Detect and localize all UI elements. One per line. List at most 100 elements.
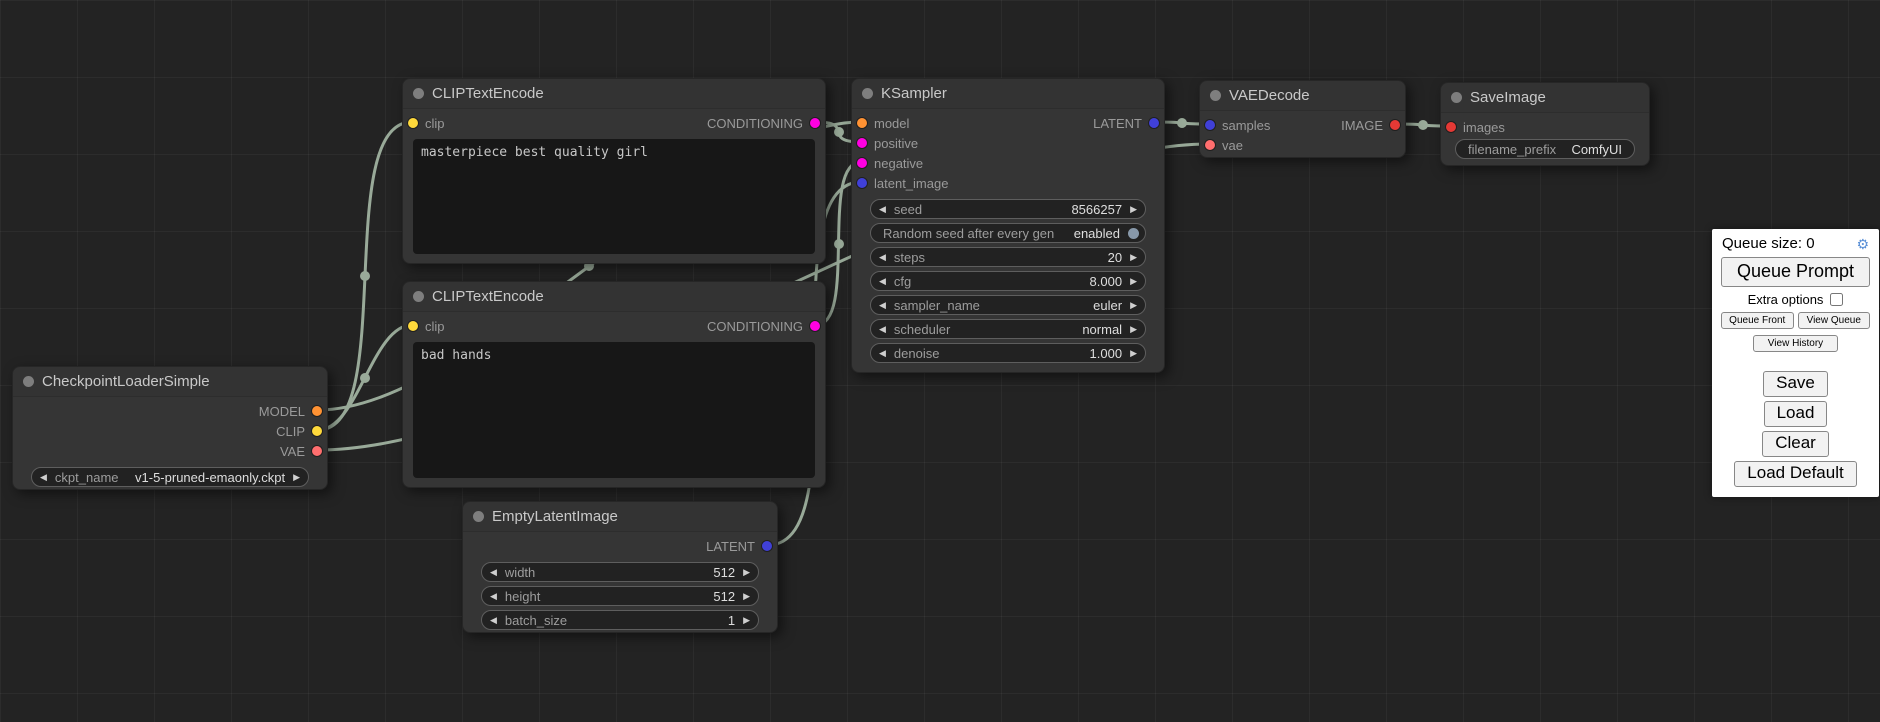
decrement-arrow-icon[interactable]: ◀ xyxy=(871,204,894,215)
node-vae-decode[interactable]: VAEDecode samples vae IMAGE xyxy=(1199,80,1406,158)
decrement-arrow-icon[interactable]: ◀ xyxy=(32,472,55,483)
decrement-arrow-icon[interactable]: ◀ xyxy=(871,300,894,311)
node-clip-text-encode-positive[interactable]: CLIPTextEncode clip CONDITIONING masterp… xyxy=(402,78,826,264)
node-title-bar[interactable]: CLIPTextEncode xyxy=(403,282,825,312)
collapse-dot-icon[interactable] xyxy=(23,376,34,387)
input-dot-images[interactable] xyxy=(1446,122,1456,132)
widget-sampler-name[interactable]: ◀ sampler_name euler ▶ xyxy=(870,295,1146,315)
collapse-dot-icon[interactable] xyxy=(1210,90,1221,101)
input-dot-clip[interactable] xyxy=(408,321,418,331)
node-title-bar[interactable]: SaveImage xyxy=(1441,83,1649,113)
node-ksampler[interactable]: KSampler model positive negative latent_… xyxy=(851,78,1165,373)
queue-prompt-button[interactable]: Queue Prompt xyxy=(1721,257,1870,287)
node-save-image[interactable]: SaveImage images filename_prefix ComfyUI xyxy=(1440,82,1650,166)
collapse-dot-icon[interactable] xyxy=(413,88,424,99)
increment-arrow-icon[interactable]: ▶ xyxy=(1122,300,1145,311)
output-slot-model[interactable]: MODEL xyxy=(252,401,327,421)
node-title-bar[interactable]: EmptyLatentImage xyxy=(463,502,777,532)
node-checkpoint-loader-simple[interactable]: CheckpointLoaderSimple MODEL CLIP VAE ◀ … xyxy=(12,366,328,490)
toggle-on-indicator-dot[interactable] xyxy=(1128,228,1139,239)
load-default-button[interactable]: Load Default xyxy=(1734,461,1856,487)
output-slot-clip[interactable]: CLIP xyxy=(269,421,327,441)
input-slot-positive[interactable]: positive xyxy=(852,133,1164,153)
node-empty-latent-image[interactable]: EmptyLatentImage LATENT ◀ width 512 ▶ ◀ … xyxy=(462,501,778,633)
extra-options-checkbox[interactable] xyxy=(1830,293,1843,306)
widget-steps[interactable]: ◀ steps 20 ▶ xyxy=(870,247,1146,267)
widget-random-seed-toggle[interactable]: Random seed after every gen enabled xyxy=(870,223,1146,243)
output-slot-conditioning[interactable]: CONDITIONING xyxy=(700,316,825,336)
decrement-arrow-icon[interactable]: ◀ xyxy=(482,567,505,578)
input-dot-positive[interactable] xyxy=(857,138,867,148)
positive-prompt-textarea[interactable]: masterpiece best quality girl xyxy=(413,139,815,254)
input-dot-vae[interactable] xyxy=(1205,140,1215,150)
widget-cfg[interactable]: ◀ cfg 8.000 ▶ xyxy=(870,271,1146,291)
increment-arrow-icon[interactable]: ▶ xyxy=(1122,276,1145,287)
input-slot-images[interactable]: images xyxy=(1441,117,1649,137)
output-dot-conditioning[interactable] xyxy=(810,118,820,128)
widget-filename-prefix[interactable]: filename_prefix ComfyUI xyxy=(1455,139,1635,159)
input-dot-latent-image[interactable] xyxy=(857,178,867,188)
decrement-arrow-icon[interactable]: ◀ xyxy=(871,276,894,287)
decrement-arrow-icon[interactable]: ◀ xyxy=(871,348,894,359)
output-dot-vae[interactable] xyxy=(312,446,322,456)
input-dot-clip[interactable] xyxy=(408,118,418,128)
output-slot-latent[interactable]: LATENT xyxy=(699,536,777,556)
node-title: CLIPTextEncode xyxy=(432,288,544,305)
increment-arrow-icon[interactable]: ▶ xyxy=(735,591,758,602)
output-slot-image[interactable]: IMAGE xyxy=(1334,115,1405,135)
node-clip-text-encode-negative[interactable]: CLIPTextEncode clip CONDITIONING bad han… xyxy=(402,281,826,488)
increment-arrow-icon[interactable]: ▶ xyxy=(735,615,758,626)
widget-batch-size[interactable]: ◀ batch_size 1 ▶ xyxy=(481,610,759,630)
output-slot-conditioning[interactable]: CONDITIONING xyxy=(700,113,825,133)
collapse-dot-icon[interactable] xyxy=(1451,92,1462,103)
output-dot-latent[interactable] xyxy=(762,541,772,551)
negative-prompt-textarea[interactable]: bad hands xyxy=(413,342,815,478)
widget-scheduler[interactable]: ◀ scheduler normal ▶ xyxy=(870,319,1146,339)
input-dot-model[interactable] xyxy=(857,118,867,128)
collapse-dot-icon[interactable] xyxy=(862,88,873,99)
increment-arrow-icon[interactable]: ▶ xyxy=(1122,252,1145,263)
decrement-arrow-icon[interactable]: ◀ xyxy=(871,252,894,263)
view-history-button[interactable]: View History xyxy=(1753,335,1838,352)
node-title-bar[interactable]: CLIPTextEncode xyxy=(403,79,825,109)
output-dot-conditioning[interactable] xyxy=(810,321,820,331)
increment-arrow-icon[interactable]: ▶ xyxy=(1122,324,1145,335)
graph-canvas[interactable]: CheckpointLoaderSimple MODEL CLIP VAE ◀ … xyxy=(0,0,1880,722)
widget-ckpt-name[interactable]: ◀ ckpt_name v1-5-pruned-emaonly.ckpt ▶ xyxy=(31,467,309,487)
widget-name: Random seed after every gen xyxy=(871,226,1054,241)
input-slot-latent-image[interactable]: latent_image xyxy=(852,173,1164,193)
clear-button[interactable]: Clear xyxy=(1762,431,1829,457)
input-slot-vae[interactable]: vae xyxy=(1200,135,1405,155)
output-dot-image[interactable] xyxy=(1390,120,1400,130)
output-dot-latent[interactable] xyxy=(1149,118,1159,128)
load-button[interactable]: Load xyxy=(1764,401,1828,427)
output-dot-model[interactable] xyxy=(312,406,322,416)
increment-arrow-icon[interactable]: ▶ xyxy=(735,567,758,578)
input-slot-negative[interactable]: negative xyxy=(852,153,1164,173)
collapse-dot-icon[interactable] xyxy=(413,291,424,302)
collapse-dot-icon[interactable] xyxy=(473,511,484,522)
save-button[interactable]: Save xyxy=(1763,371,1828,397)
queue-front-button[interactable]: Queue Front xyxy=(1721,312,1794,329)
increment-arrow-icon[interactable]: ▶ xyxy=(1122,348,1145,359)
comfy-menu-panel: Queue size: 0 ⚙ Queue Prompt Extra optio… xyxy=(1712,229,1879,497)
decrement-arrow-icon[interactable]: ◀ xyxy=(871,324,894,335)
decrement-arrow-icon[interactable]: ◀ xyxy=(482,615,505,626)
output-slot-latent[interactable]: LATENT xyxy=(1086,113,1164,133)
widget-height[interactable]: ◀ height 512 ▶ xyxy=(481,586,759,606)
increment-arrow-icon[interactable]: ▶ xyxy=(285,472,308,483)
output-slot-vae[interactable]: VAE xyxy=(273,441,327,461)
view-queue-button[interactable]: View Queue xyxy=(1798,312,1871,329)
settings-gear-icon[interactable]: ⚙ xyxy=(1856,237,1869,251)
widget-width[interactable]: ◀ width 512 ▶ xyxy=(481,562,759,582)
input-dot-negative[interactable] xyxy=(857,158,867,168)
increment-arrow-icon[interactable]: ▶ xyxy=(1122,204,1145,215)
node-title-bar[interactable]: VAEDecode xyxy=(1200,81,1405,111)
input-dot-samples[interactable] xyxy=(1205,120,1215,130)
widget-denoise[interactable]: ◀ denoise 1.000 ▶ xyxy=(870,343,1146,363)
widget-seed[interactable]: ◀ seed 8566257 ▶ xyxy=(870,199,1146,219)
node-title-bar[interactable]: CheckpointLoaderSimple xyxy=(13,367,327,397)
node-title-bar[interactable]: KSampler xyxy=(852,79,1164,109)
decrement-arrow-icon[interactable]: ◀ xyxy=(482,591,505,602)
output-dot-clip[interactable] xyxy=(312,426,322,436)
